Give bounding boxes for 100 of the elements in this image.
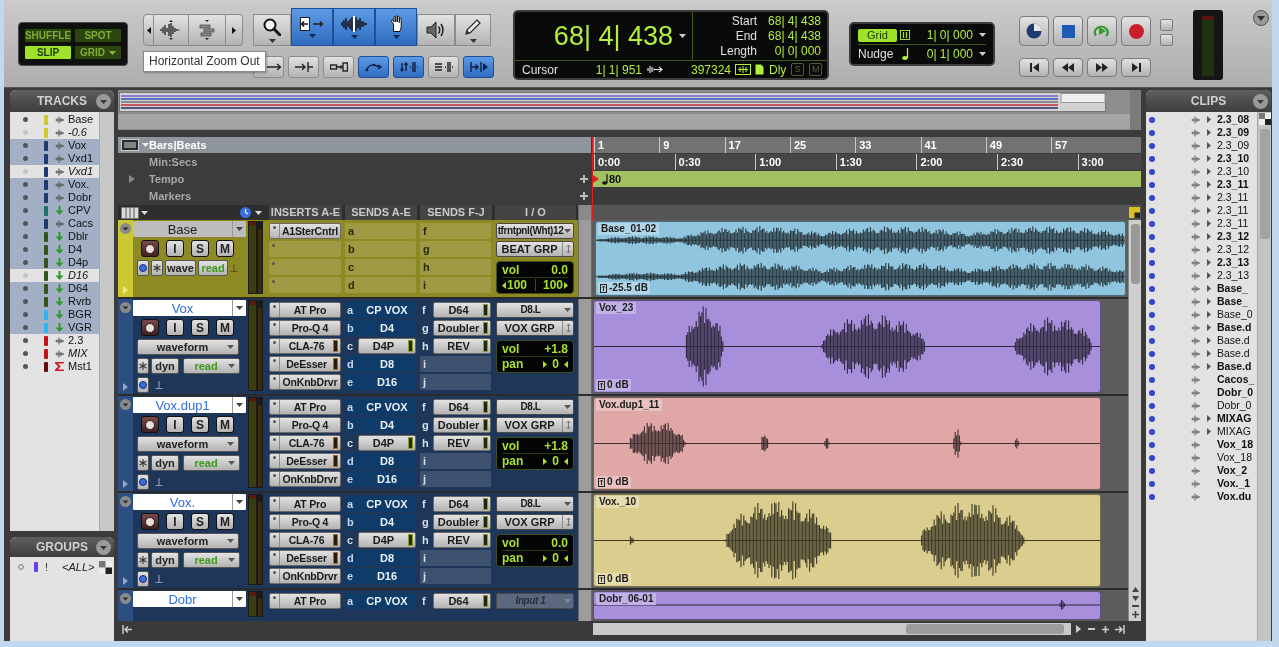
collapse-icon[interactable] — [120, 496, 131, 507]
clip-list-name[interactable]: Vox.du — [1217, 491, 1252, 502]
track-list-item[interactable]: D64 — [10, 282, 99, 295]
right-triangle-icon[interactable] — [1207, 155, 1211, 162]
right-triangle-icon[interactable] — [1076, 625, 1081, 633]
stop-button[interactable] — [1053, 16, 1083, 46]
empty-send-slot[interactable]: h — [420, 259, 491, 275]
tee-icon[interactable] — [155, 381, 163, 389]
empty-send-slot[interactable]: b — [345, 241, 416, 257]
collapse-icon[interactable] — [120, 593, 131, 604]
insert-button[interactable]: OnKnbDrvr — [269, 471, 341, 487]
track-list-item[interactable]: 2.3 — [10, 334, 99, 347]
input-button[interactable]: I — [166, 319, 184, 336]
insert-button[interactable]: AT Pro — [269, 302, 341, 318]
track-name-field[interactable]: Base — [133, 221, 246, 237]
right-triangle-icon[interactable] — [1207, 168, 1211, 175]
visibility-dot-icon[interactable] — [23, 234, 28, 239]
minus-icon[interactable] — [1131, 605, 1139, 607]
clip-list-name[interactable]: Cacos_ — [1217, 374, 1255, 385]
clip-list-name[interactable]: 2.3_12 — [1217, 231, 1250, 242]
right-triangle-icon[interactable] — [1207, 298, 1211, 305]
track-list-item[interactable]: D4 — [10, 243, 99, 256]
visibility-dot-icon[interactable] — [23, 364, 28, 369]
scrollbar-thumb[interactable] — [906, 624, 1064, 634]
vertical-scrollbar[interactable] — [1128, 220, 1141, 621]
insert-button[interactable]: Pro-Q 4 — [269, 417, 341, 433]
menu-icon[interactable] — [96, 93, 111, 109]
clip-list-name[interactable]: Dobr_0 — [1217, 387, 1254, 398]
view-dropdown[interactable]: waveform — [137, 436, 239, 452]
clip-list-name[interactable]: Base_ — [1217, 296, 1248, 307]
playhead-marker-icon[interactable] — [593, 175, 599, 183]
clip-list-name[interactable]: MIXAG — [1217, 426, 1251, 437]
plus-icon[interactable] — [1131, 611, 1139, 618]
menu-icon[interactable] — [96, 539, 111, 555]
collapse-icon[interactable] — [120, 302, 131, 313]
send-button[interactable]: D16 — [358, 568, 416, 584]
right-triangle-icon[interactable] — [1207, 194, 1211, 201]
volume-value[interactable]: 0.0 — [551, 263, 568, 277]
scrollbar-thumb[interactable] — [1259, 129, 1270, 239]
play-button[interactable] — [1087, 16, 1117, 46]
visibility-dot-icon[interactable] — [23, 247, 28, 252]
sort-icon[interactable] — [1129, 207, 1140, 218]
insert-button[interactable]: AT Pro — [269, 399, 341, 415]
right-triangle-icon[interactable] — [1207, 116, 1211, 123]
mute-button[interactable]: M — [216, 240, 234, 257]
clip-list-name[interactable]: Base.d — [1217, 335, 1250, 346]
collapse-left-icon[interactable] — [122, 624, 132, 634]
grid-mode-button[interactable]: Grid — [858, 28, 897, 42]
send-button[interactable]: D4P — [358, 532, 416, 548]
solo-button[interactable]: S — [191, 319, 209, 336]
insert-button[interactable]: CLA-76 — [269, 338, 341, 354]
empty-send-slot[interactable]: j — [420, 568, 491, 584]
right-triangle-icon[interactable] — [1207, 285, 1211, 292]
pan-value[interactable]: 0 — [552, 551, 559, 565]
dynamic-button[interactable]: dyn — [151, 455, 179, 471]
track-name-field[interactable]: Vox — [133, 300, 246, 316]
empty-send-slot[interactable]: d — [345, 277, 416, 293]
visibility-dot-icon[interactable] — [23, 117, 28, 122]
send-button[interactable]: D16 — [358, 471, 416, 487]
record-enable-button[interactable] — [141, 513, 159, 530]
empty-send-slot[interactable]: i — [420, 550, 491, 566]
empty-send-slot[interactable]: i — [420, 356, 491, 372]
menu-icon[interactable] — [1253, 93, 1268, 109]
track-list-item[interactable]: Rvrb — [10, 295, 99, 308]
send-button[interactable]: D8 — [358, 356, 416, 372]
pan-left-value[interactable]: 100 — [507, 278, 528, 292]
empty-send-slot[interactable]: i — [420, 277, 491, 293]
down-triangle-icon[interactable] — [1131, 596, 1139, 601]
clip-list-name[interactable]: 2.3_11 — [1217, 218, 1249, 229]
send-button[interactable]: Doubler — [433, 514, 491, 530]
vertical-scrollbar[interactable] — [99, 112, 114, 531]
audio-clip[interactable]: Vox._10 0 dB — [593, 494, 1101, 587]
group-name[interactable]: <ALL> — [62, 558, 95, 576]
small-toggle-button[interactable] — [1160, 34, 1173, 46]
insert-button[interactable]: Pro-Q 4 — [269, 514, 341, 530]
clip-list-name[interactable]: 2.3_09 — [1217, 140, 1250, 151]
group-button[interactable]: BEAT GRP — [496, 241, 574, 257]
sort-icon[interactable] — [99, 560, 112, 574]
track-list-item[interactable]: BGR — [10, 308, 99, 321]
pan-value[interactable]: 0 — [552, 357, 559, 371]
clip-list-name[interactable]: Base.d — [1217, 322, 1252, 333]
right-triangle-icon[interactable] — [1207, 207, 1211, 214]
snowflake-button[interactable] — [151, 260, 163, 276]
clip-list-name[interactable]: 2.3_13 — [1217, 270, 1250, 281]
visibility-dot-icon[interactable] — [23, 182, 28, 187]
mute-button[interactable]: M — [216, 319, 234, 336]
track-name-field[interactable]: Vox. — [133, 494, 246, 510]
right-triangle-icon[interactable] — [1207, 233, 1211, 240]
up-triangle-icon[interactable] — [1131, 587, 1139, 592]
insert-button[interactable]: AT Pro — [269, 496, 341, 512]
send-button[interactable]: D64 — [433, 399, 491, 415]
plus-icon[interactable] — [580, 192, 588, 200]
zoomer-tool-button[interactable] — [253, 14, 291, 46]
send-button[interactable]: REV — [433, 532, 491, 548]
edit-mode-button[interactable]: SLIP — [24, 45, 72, 60]
audio-clip[interactable]: Dobr_06-01 — [593, 591, 1101, 620]
input-button[interactable]: I — [166, 240, 184, 257]
clip-list-name[interactable]: 2.3_12 — [1217, 244, 1250, 255]
send-button[interactable]: D64 — [433, 302, 491, 318]
snowflake-button[interactable] — [137, 455, 149, 471]
